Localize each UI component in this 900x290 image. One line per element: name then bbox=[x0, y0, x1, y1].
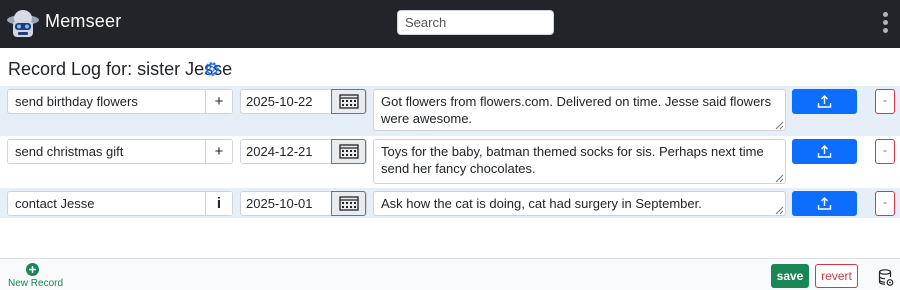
remove-record-button[interactable]: - bbox=[875, 139, 895, 164]
top-navbar: Memseer bbox=[0, 0, 900, 48]
record-name-group: + bbox=[7, 139, 233, 164]
kebab-menu-icon[interactable] bbox=[880, 12, 890, 36]
resize-grip-icon[interactable] bbox=[774, 205, 784, 215]
note-textarea[interactable]: Got flowers from flowers.com. Delivered … bbox=[373, 89, 786, 131]
page-title: Record Log for: sister Jesse bbox=[8, 59, 233, 79]
app-title[interactable]: Memseer bbox=[45, 11, 121, 32]
upload-icon bbox=[817, 95, 832, 108]
add-detail-button[interactable]: + bbox=[205, 90, 232, 113]
database-gear-icon[interactable] bbox=[878, 269, 894, 287]
calendar-button[interactable] bbox=[331, 191, 366, 216]
save-button[interactable]: save bbox=[771, 264, 809, 288]
add-detail-button[interactable]: + bbox=[205, 140, 232, 163]
remove-record-button[interactable]: - bbox=[875, 191, 895, 216]
calendar-icon bbox=[339, 196, 359, 211]
date-group bbox=[240, 89, 367, 114]
footer-bar: New Record save revert bbox=[0, 258, 900, 290]
record-name-input[interactable] bbox=[8, 140, 206, 163]
info-button[interactable]: i bbox=[205, 192, 232, 215]
record-name-input[interactable] bbox=[8, 192, 206, 215]
calendar-button[interactable] bbox=[331, 139, 366, 164]
date-group bbox=[240, 139, 367, 164]
upload-icon bbox=[817, 197, 832, 210]
note-textarea[interactable]: Ask how the cat is doing, cat had surger… bbox=[373, 191, 786, 216]
plus-circle-icon[interactable] bbox=[26, 263, 39, 276]
gear-icon[interactable] bbox=[203, 60, 221, 78]
new-record-button[interactable]: New Record bbox=[8, 278, 63, 289]
note-textarea[interactable]: Toys for the baby, batman themed socks f… bbox=[373, 139, 786, 184]
upload-icon bbox=[817, 145, 832, 158]
record-name-group: + bbox=[7, 89, 233, 114]
upload-button[interactable] bbox=[792, 191, 857, 216]
robot-logo-icon[interactable] bbox=[6, 7, 40, 41]
record-name-input[interactable] bbox=[8, 90, 206, 113]
date-input[interactable] bbox=[241, 140, 333, 163]
revert-button[interactable]: revert bbox=[815, 264, 858, 288]
calendar-icon bbox=[339, 94, 359, 109]
calendar-button[interactable] bbox=[331, 89, 366, 114]
date-input[interactable] bbox=[241, 90, 333, 113]
date-input[interactable] bbox=[241, 192, 333, 215]
remove-record-button[interactable]: - bbox=[875, 89, 895, 114]
record-name-group: i bbox=[7, 191, 233, 216]
resize-grip-icon[interactable] bbox=[774, 173, 784, 183]
search-input[interactable] bbox=[397, 10, 554, 35]
upload-button[interactable] bbox=[792, 139, 857, 164]
record-row: i Ask how the cat is doing, cat had surg… bbox=[0, 188, 900, 218]
record-row: + Got flowers from flowers.com. Delivere… bbox=[0, 86, 900, 136]
record-row: + Toys for the baby, batman themed socks… bbox=[0, 136, 900, 186]
calendar-icon bbox=[339, 144, 359, 159]
upload-button[interactable] bbox=[792, 89, 857, 114]
date-group bbox=[240, 191, 367, 216]
resize-grip-icon[interactable] bbox=[774, 120, 784, 130]
